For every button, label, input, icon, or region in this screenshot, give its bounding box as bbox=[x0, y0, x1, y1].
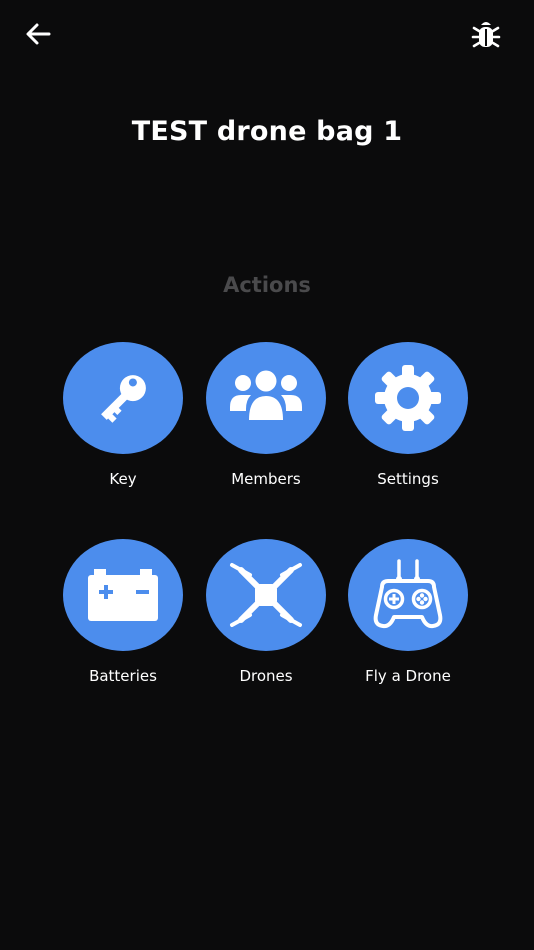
gear-icon bbox=[375, 365, 441, 431]
action-key-label: Key bbox=[109, 470, 137, 488]
users-icon bbox=[230, 370, 302, 420]
action-members-circle[interactable] bbox=[206, 342, 326, 454]
key-icon bbox=[101, 375, 146, 423]
arrow-left-icon bbox=[26, 23, 51, 45]
action-batteries-label: Batteries bbox=[89, 667, 157, 685]
action-key-button[interactable]: Key bbox=[48, 342, 198, 488]
drone-icon bbox=[230, 563, 302, 627]
bug-icon bbox=[471, 22, 501, 48]
back-button[interactable] bbox=[16, 12, 60, 56]
action-fly-drone-circle[interactable] bbox=[348, 539, 468, 651]
page-title: TEST drone bag 1 bbox=[131, 116, 403, 147]
action-batteries-circle[interactable] bbox=[63, 539, 183, 651]
actions-heading: Actions bbox=[223, 273, 311, 297]
action-fly-drone-label: Fly a Drone bbox=[365, 667, 451, 685]
action-settings-button[interactable]: Settings bbox=[333, 342, 483, 488]
action-fly-drone-button[interactable]: Fly a Drone bbox=[333, 539, 483, 685]
action-settings-label: Settings bbox=[377, 470, 439, 488]
action-settings-circle[interactable] bbox=[348, 342, 468, 454]
action-drones-circle[interactable] bbox=[206, 539, 326, 651]
action-drones-label: Drones bbox=[239, 667, 293, 685]
action-drones-button[interactable]: Drones bbox=[191, 539, 341, 685]
action-members-button[interactable]: Members bbox=[191, 342, 341, 488]
action-members-label: Members bbox=[231, 470, 301, 488]
car-battery-icon bbox=[88, 569, 158, 621]
action-batteries-button[interactable]: Batteries bbox=[48, 539, 198, 685]
action-key-circle[interactable] bbox=[63, 342, 183, 454]
gamepad-controller-icon bbox=[373, 559, 443, 629]
debug-button[interactable] bbox=[464, 12, 508, 56]
